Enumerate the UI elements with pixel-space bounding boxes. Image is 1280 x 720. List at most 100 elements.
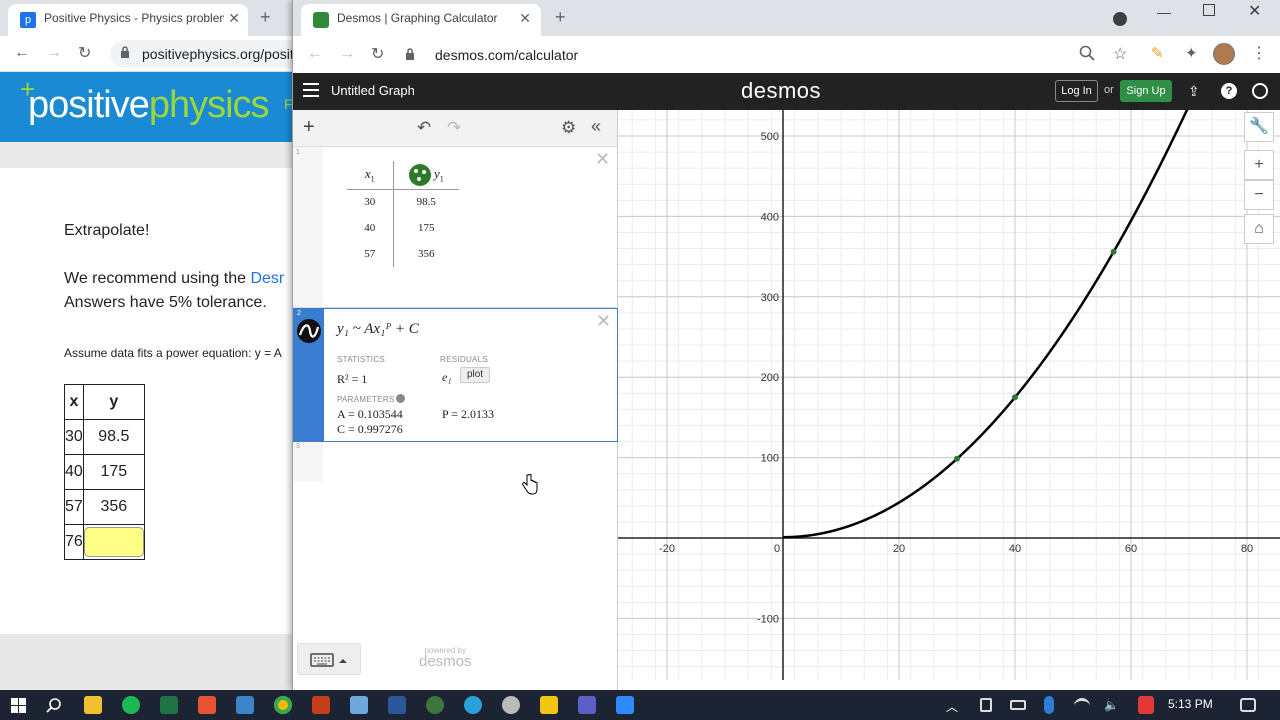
desmos-toolbar: ← → ↻ desmos.com/calculator ☆ ✎ ✦ ⋮ (293, 36, 1280, 73)
table-cell-y[interactable]: 356 (393, 241, 459, 267)
expression-table[interactable]: 1 x1 y1 30 98.5 40 175 57 356 ✕ (293, 147, 618, 308)
windows-start-icon[interactable] (11, 698, 26, 713)
bg-reload-icon[interactable]: ↻ (78, 43, 91, 63)
desmos-favicon (313, 12, 329, 28)
table-row: 76 (64, 524, 145, 560)
bg-tab-positive-physics[interactable]: p Positive Physics - Physics problem ✕ (8, 4, 248, 36)
file-explorer-icon[interactable] (84, 696, 102, 714)
table-cell-y[interactable]: 98.5 (393, 189, 459, 215)
bg-new-tab-icon[interactable]: + (260, 7, 271, 28)
delete-expression-icon[interactable]: ✕ (596, 311, 611, 332)
zoom-in-icon[interactable]: + (1244, 150, 1274, 180)
keyboard-toggle-button[interactable] (297, 643, 361, 675)
chrome-menu-icon[interactable]: ⋮ (1251, 43, 1267, 63)
parameters-help-icon[interactable] (396, 394, 405, 403)
teams-icon[interactable] (578, 696, 596, 714)
powerpoint-icon[interactable] (312, 696, 330, 714)
regression-formula[interactable]: y₁ ~ Ax₁ᴾ + C (337, 321, 419, 338)
zoom-out-icon[interactable]: − (1244, 180, 1274, 210)
delete-expression-icon[interactable]: ✕ (595, 149, 610, 170)
table-cell-x[interactable]: 40 (347, 215, 394, 241)
app-hs-icon[interactable] (426, 696, 444, 714)
table-cell-y[interactable]: 175 (393, 215, 459, 241)
home-view-icon[interactable]: ⌂ (1244, 214, 1274, 244)
zoom-app-icon[interactable] (616, 696, 634, 714)
excel-icon[interactable] (160, 696, 178, 714)
table-header-x1[interactable]: x1 (347, 161, 394, 190)
logo-text-physics: physics (148, 84, 270, 126)
app-s-blue-icon[interactable] (236, 696, 254, 714)
desmos-tab-close-icon[interactable]: ✕ (519, 10, 531, 27)
telegram-icon[interactable] (464, 696, 482, 714)
address-bar[interactable]: desmos.com/calculator (399, 41, 1135, 69)
table-header-y1[interactable]: y1 (393, 161, 459, 190)
y-tick-label: 300 (761, 292, 779, 304)
signup-button[interactable]: Sign Up (1120, 80, 1172, 102)
battery-icon[interactable] (1010, 700, 1026, 710)
regression-icon[interactable] (297, 319, 321, 343)
table-cell-x[interactable]: 57 (347, 241, 394, 267)
new-tab-icon[interactable]: + (555, 7, 566, 28)
login-button[interactable]: Log In (1055, 80, 1098, 102)
app-book-icon[interactable] (350, 696, 368, 714)
tray-red-app-icon[interactable] (1138, 696, 1154, 714)
desmos-link[interactable]: Desr (250, 270, 284, 287)
undo-icon[interactable]: ↶ (417, 118, 431, 138)
graph-paper[interactable]: -20 0 20 40 60 80 500 400 300 200 100 -100 (618, 110, 1280, 680)
extensions-puzzle-icon[interactable]: ✦ (1185, 44, 1198, 62)
expression-list: 1 x1 y1 30 98.5 40 175 57 356 ✕ 2 y₁ ~ A… (293, 147, 618, 690)
search-icon[interactable] (46, 697, 62, 713)
desmos-tab[interactable]: Desmos | Graphing Calculator ✕ (301, 4, 541, 36)
bg-forward-icon[interactable]: → (46, 44, 62, 62)
app-gray-icon[interactable] (502, 696, 520, 714)
hamburger-menu-icon[interactable] (303, 83, 319, 97)
forward-icon[interactable]: → (339, 45, 355, 63)
language-globe-icon[interactable] (1252, 83, 1268, 99)
back-icon[interactable]: ← (307, 45, 323, 63)
sticky-notes-icon[interactable] (540, 696, 558, 714)
taskbar-clock[interactable]: 5:13 PM (1168, 697, 1213, 711)
tab-search-icon[interactable] (1113, 12, 1127, 26)
notifications-icon[interactable] (1240, 698, 1256, 712)
maximize-icon[interactable] (1203, 4, 1215, 16)
help-icon[interactable]: ? (1221, 83, 1237, 99)
answer-input[interactable] (83, 527, 144, 557)
settings-gear-icon[interactable]: ⚙ (561, 118, 576, 138)
add-expression-icon[interactable]: + (303, 116, 315, 139)
zoom-icon[interactable] (1079, 45, 1095, 61)
bluetooth-icon[interactable] (1044, 696, 1054, 714)
reload-icon[interactable]: ↻ (371, 44, 384, 64)
bg-tab-title: Positive Physics - Physics problem (44, 11, 224, 25)
collapse-list-icon[interactable]: « (591, 116, 601, 137)
spotify-icon[interactable] (122, 696, 140, 714)
windows-taskbar: ︿ 🔈 5:13 PM (0, 690, 1280, 720)
tolerance-text: Answers have 5% tolerance. (64, 294, 267, 311)
word-icon[interactable] (388, 696, 406, 714)
point-style-icon[interactable] (408, 163, 431, 186)
table-header-row: x1 y1 (347, 161, 459, 190)
table-cell-x[interactable]: 30 (347, 189, 394, 215)
bookmark-star-icon[interactable]: ☆ (1113, 44, 1127, 64)
profile-avatar[interactable] (1213, 43, 1235, 65)
tray-chevron-icon[interactable]: ︿ (946, 698, 960, 716)
parameter-c: C = 0.997276 (337, 422, 403, 436)
bg-back-icon[interactable]: ← (14, 44, 30, 62)
graph-title[interactable]: Untitled Graph (331, 83, 415, 98)
volume-icon[interactable]: 🔈 (1104, 698, 1120, 712)
tray-app-icon[interactable] (980, 698, 992, 712)
plot-residuals-button[interactable]: plot (460, 367, 490, 383)
graph-settings-wrench-icon[interactable]: 🔧 (1244, 112, 1274, 142)
positive-physics-logo[interactable]: + positivephysics (20, 74, 270, 127)
app-s-icon[interactable] (198, 696, 216, 714)
graph-svg: -20 0 20 40 60 80 500 400 300 200 100 -100 (618, 110, 1280, 680)
chrome-icon[interactable] (274, 696, 292, 714)
wifi-icon[interactable] (1074, 698, 1090, 712)
bg-tab-close-icon[interactable]: ✕ (228, 10, 240, 27)
pencil-extension-icon[interactable]: ✎ (1151, 44, 1164, 62)
expression-empty[interactable]: 3 (293, 442, 618, 482)
share-icon[interactable]: ⇪ (1188, 83, 1200, 100)
window-close-icon[interactable]: ✕ (1248, 1, 1261, 21)
minimize-icon[interactable]: — (1157, 4, 1171, 20)
redo-icon[interactable]: ↷ (447, 118, 461, 138)
expression-regression[interactable]: 2 y₁ ~ Ax₁ᴾ + C STATISTICS RESIDUALS R² … (293, 308, 618, 442)
